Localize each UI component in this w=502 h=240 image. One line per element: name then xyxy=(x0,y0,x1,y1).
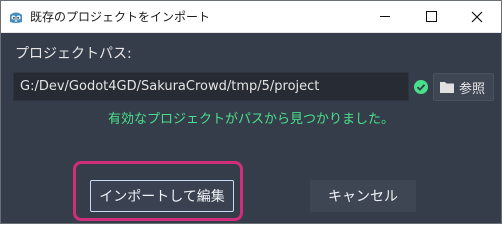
import-project-dialog: 既存のプロジェクトをインポート プロジェクトパス: G:/Dev/Godot4G… xyxy=(0,0,502,224)
project-path-label: プロジェクトパス: xyxy=(15,46,132,62)
title-bar[interactable]: 既存のプロジェクトをインポート xyxy=(1,1,501,33)
minimize-icon xyxy=(380,16,390,17)
project-path-input[interactable]: G:/Dev/Godot4GD/SakuraCrowd/tmp/5/projec… xyxy=(13,72,409,101)
maximize-button[interactable] xyxy=(408,1,454,32)
browse-button[interactable]: 参照 xyxy=(433,73,494,101)
success-check-icon xyxy=(414,80,428,94)
status-message: 有効なプロジェクトがパスから見つかりました。 xyxy=(107,112,394,127)
maximize-icon xyxy=(425,11,437,22)
cancel-button[interactable]: キャンセル xyxy=(310,180,416,212)
window-title: 既存のプロジェクトをインポート xyxy=(30,10,211,24)
close-icon xyxy=(471,11,483,22)
close-button[interactable] xyxy=(454,1,500,32)
minimize-button[interactable] xyxy=(362,1,408,32)
folder-icon xyxy=(440,82,454,93)
godot-icon xyxy=(10,12,22,23)
browse-label: 参照 xyxy=(459,81,486,97)
dialog-content: プロジェクトパス: G:/Dev/Godot4GD/SakuraCrowd/tm… xyxy=(1,33,501,223)
import-and-edit-button[interactable]: インポートして編集 xyxy=(90,180,234,212)
